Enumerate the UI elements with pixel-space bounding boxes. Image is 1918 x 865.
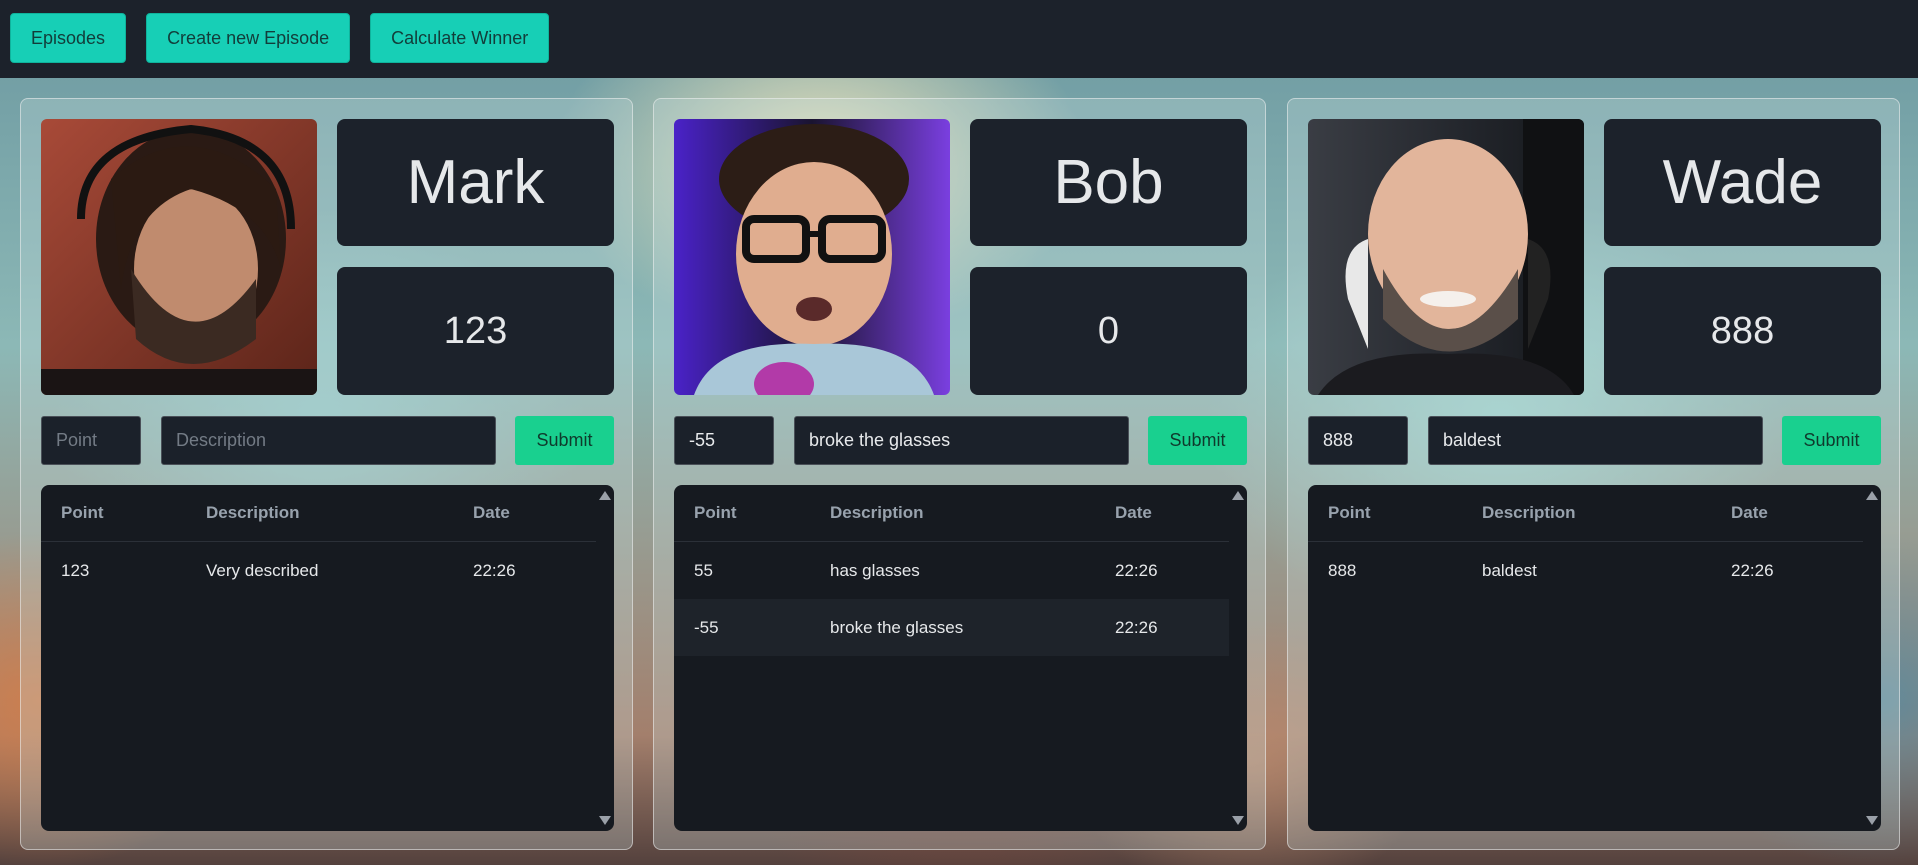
cell-point: 55 xyxy=(694,560,713,580)
player-panel: Wade 888 Submit Point Description Date 8… xyxy=(1287,98,1900,850)
avatar-photo-icon xyxy=(1308,119,1584,395)
cell-description: baldest xyxy=(1482,560,1537,580)
scroll-down-arrow-icon[interactable] xyxy=(1866,816,1878,825)
cell-date: 22:26 xyxy=(473,560,516,580)
cell-description: Very described xyxy=(206,560,319,580)
cell-date: 22:26 xyxy=(1731,560,1774,580)
cell-point: -55 xyxy=(694,617,719,637)
header-description: Description xyxy=(206,503,300,522)
player-photo xyxy=(674,119,950,395)
table-row: 888 baldest 22:26 xyxy=(1308,542,1863,599)
player-score: 123 xyxy=(337,267,614,395)
submit-button[interactable]: Submit xyxy=(515,416,614,465)
scroll-up-arrow-icon[interactable] xyxy=(599,491,611,500)
description-input[interactable] xyxy=(794,416,1129,465)
avatar-photo-icon xyxy=(674,119,950,395)
table-row: 55 has glasses 22:26 xyxy=(674,542,1229,599)
cell-description: broke the glasses xyxy=(830,617,964,637)
point-input[interactable] xyxy=(674,416,774,465)
description-input[interactable] xyxy=(1428,416,1763,465)
player-photo xyxy=(1308,119,1584,395)
player-name: Wade xyxy=(1604,119,1881,246)
cell-date: 22:26 xyxy=(1115,560,1158,580)
table-header: Point Description Date xyxy=(1308,485,1863,542)
header-date: Date xyxy=(1115,503,1152,522)
points-table[interactable]: Point Description Date 888 baldest 22:26 xyxy=(1308,485,1881,831)
submit-button[interactable]: Submit xyxy=(1782,416,1881,465)
table-row: -55 broke the glasses 22:26 xyxy=(674,599,1229,656)
player-name: Mark xyxy=(337,119,614,246)
header-description: Description xyxy=(1482,503,1576,522)
cell-point: 123 xyxy=(61,560,90,580)
top-navigation-bar: Episodes Create new Episode Calculate Wi… xyxy=(0,0,1918,78)
header-point: Point xyxy=(1328,503,1371,522)
player-panel: Mark 123 Submit Point Description Date 1… xyxy=(20,98,633,850)
player-name: Bob xyxy=(970,119,1247,246)
header-description: Description xyxy=(830,503,924,522)
header-point: Point xyxy=(694,503,737,522)
table-header: Point Description Date xyxy=(674,485,1229,542)
submit-button[interactable]: Submit xyxy=(1148,416,1247,465)
player-photo xyxy=(41,119,317,395)
scroll-up-arrow-icon[interactable] xyxy=(1232,491,1244,500)
point-input[interactable] xyxy=(1308,416,1408,465)
cell-date: 22:26 xyxy=(1115,617,1158,637)
header-date: Date xyxy=(473,503,510,522)
header-date: Date xyxy=(1731,503,1768,522)
create-episode-button[interactable]: Create new Episode xyxy=(146,13,351,63)
scroll-up-arrow-icon[interactable] xyxy=(1866,491,1878,500)
player-panels: Mark 123 Submit Point Description Date 1… xyxy=(20,98,1900,850)
player-panel: Bob 0 Submit Point Description Date 55 h… xyxy=(653,98,1266,850)
header-point: Point xyxy=(61,503,104,522)
cell-point: 888 xyxy=(1328,560,1357,580)
point-input[interactable] xyxy=(41,416,141,465)
description-input[interactable] xyxy=(161,416,496,465)
player-score: 0 xyxy=(970,267,1247,395)
episodes-button[interactable]: Episodes xyxy=(10,13,127,63)
player-score: 888 xyxy=(1604,267,1881,395)
calculate-winner-button[interactable]: Calculate Winner xyxy=(370,13,550,63)
table-row: 123 Very described 22:26 xyxy=(41,542,596,599)
scroll-down-arrow-icon[interactable] xyxy=(1232,816,1244,825)
scroll-down-arrow-icon[interactable] xyxy=(599,816,611,825)
table-header: Point Description Date xyxy=(41,485,596,542)
cell-description: has glasses xyxy=(830,560,920,580)
avatar-photo-icon xyxy=(41,119,317,395)
points-table[interactable]: Point Description Date 55 has glasses 22… xyxy=(674,485,1247,831)
points-table[interactable]: Point Description Date 123 Very describe… xyxy=(41,485,614,831)
